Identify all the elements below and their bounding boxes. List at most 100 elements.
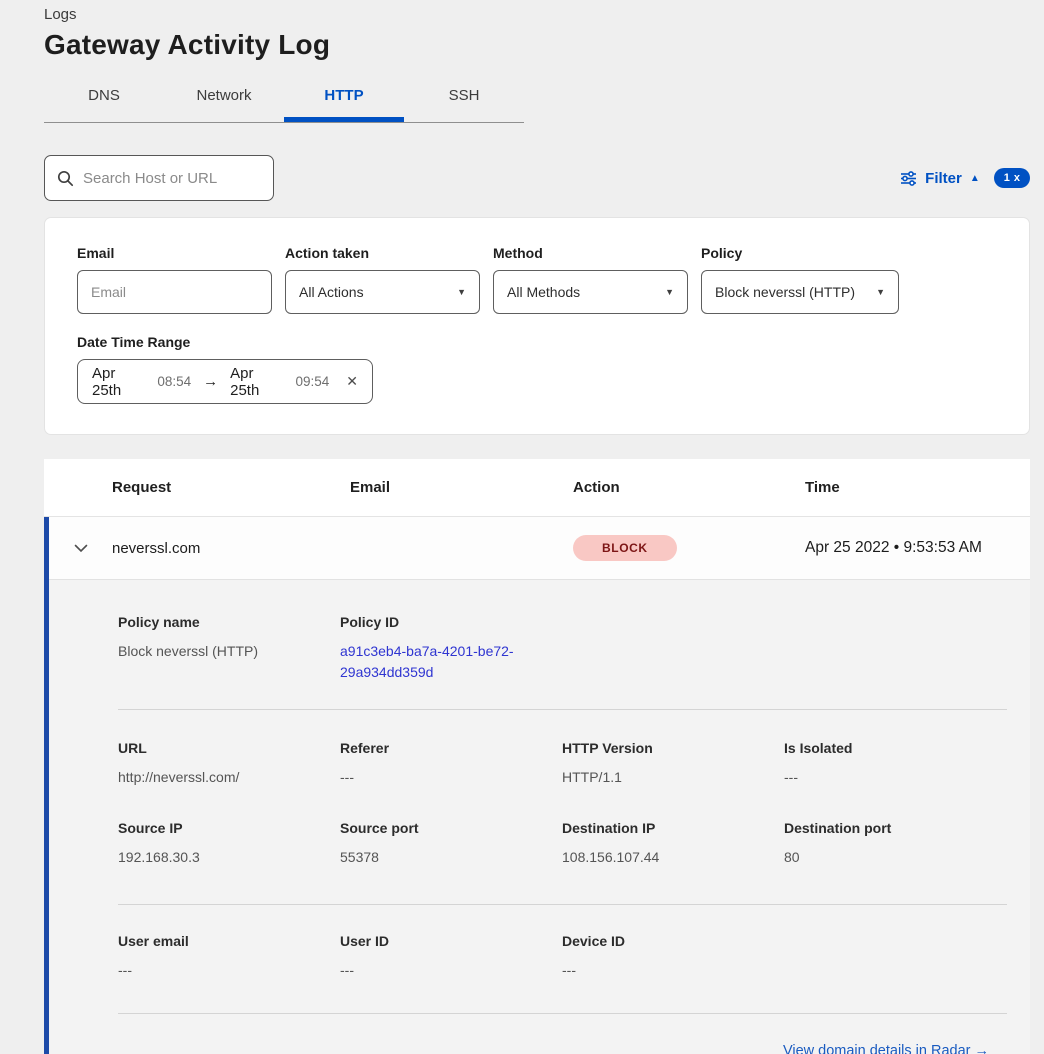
is-isolated-label: Is Isolated [784,740,1007,756]
view-in-radar-link[interactable]: View domain details in Radar → [783,1043,989,1054]
date-range-picker[interactable]: Apr 25th 08:54 → Apr 25th 09:54 ✕ [77,359,373,404]
user-id-label: User ID [340,933,562,949]
destination-port-field: Destination port 80 [784,820,1007,868]
table-row[interactable]: neverssl.com BLOCK Apr 25 2022 • 9:53:53… [49,517,1030,579]
filter-label: Filter [925,170,962,187]
start-time: 08:54 [157,374,191,389]
http-version-value: HTTP/1.1 [562,767,784,788]
network-info-section: Source IP 192.168.30.3 Source port 55378… [118,804,1007,904]
tab-network[interactable]: Network [164,75,284,122]
device-id-value: --- [562,960,784,981]
http-version-field: HTTP Version HTTP/1.1 [562,740,784,788]
filter-field-method: Method All Methods ▼ [493,245,688,314]
user-email-field: User email --- [118,933,340,981]
user-id-field: User ID --- [340,933,562,981]
expanded-row-group: neverssl.com BLOCK Apr 25 2022 • 9:53:53… [44,517,1030,1054]
toolbar: Filter ▲ 1 x [44,155,1030,201]
table-header: Request Email Action Time [44,459,1030,517]
chevron-down-icon: ▼ [876,287,885,297]
search-input[interactable] [83,170,282,187]
clear-filters-icon[interactable]: x [1014,172,1020,184]
start-date: Apr 25th [92,365,148,399]
filter-field-action: Action taken All Actions ▼ [285,245,480,314]
user-email-label: User email [118,933,340,949]
filter-field-policy: Policy Block neverssl (HTTP) ▼ [701,245,899,314]
search-box[interactable] [44,155,274,201]
email-filter-input[interactable] [77,270,272,314]
column-header-email: Email [350,479,573,496]
is-isolated-value: --- [784,767,1007,788]
tab-ssh[interactable]: SSH [404,75,524,122]
policy-id-label: Policy ID [340,614,562,630]
destination-port-value: 80 [784,847,1007,868]
policy-id-link[interactable]: a91c3eb4-ba7a-4201-be72-29a934dd359d [340,641,530,683]
tab-http[interactable]: HTTP [284,75,404,122]
page-title: Gateway Activity Log [44,29,1030,61]
policy-filter-label: Policy [701,245,899,261]
breadcrumb: Logs [44,6,1030,23]
destination-port-label: Destination port [784,820,1007,836]
radar-link-row: View domain details in Radar → [118,1013,1007,1054]
activity-log-table: Request Email Action Time neverssl.com B… [44,459,1030,1054]
row-expand-chevron-icon[interactable] [49,544,112,553]
url-value: http://neverssl.com/ [118,767,340,788]
action-select-value: All Actions [299,284,364,300]
policy-select[interactable]: Block neverssl (HTTP) ▼ [701,270,899,314]
source-port-field: Source port 55378 [340,820,562,868]
row-details-panel: Policy name Block neverssl (HTTP) Policy… [49,579,1030,1054]
tab-dns[interactable]: DNS [44,75,164,122]
search-icon [57,170,74,187]
filter-field-email: Email [77,245,272,314]
destination-ip-label: Destination IP [562,820,784,836]
method-select[interactable]: All Methods ▼ [493,270,688,314]
user-id-value: --- [340,960,562,981]
referer-label: Referer [340,740,562,756]
email-filter-label: Email [77,245,272,261]
filter-panel: Email Action taken All Actions ▼ Method … [44,217,1030,435]
action-select[interactable]: All Actions ▼ [285,270,480,314]
policy-select-value: Block neverssl (HTTP) [715,284,855,300]
log-type-tabs: DNS Network HTTP SSH [44,75,524,123]
range-arrow-icon: → [203,373,218,390]
clear-date-range-icon[interactable]: ✕ [346,373,358,390]
end-date: Apr 25th [230,365,286,399]
http-version-label: HTTP Version [562,740,784,756]
url-field: URL http://neverssl.com/ [118,740,340,788]
source-ip-label: Source IP [118,820,340,836]
row-time: Apr 25 2022 • 9:53:53 AM [805,539,982,557]
column-header-request: Request [112,479,350,496]
column-header-time: Time [805,479,840,496]
user-email-value: --- [118,960,340,981]
policy-section: Policy name Block neverssl (HTTP) Policy… [118,580,1007,709]
source-port-label: Source port [340,820,562,836]
action-filter-label: Action taken [285,245,480,261]
end-time: 09:54 [295,374,329,389]
block-status-badge: BLOCK [573,535,677,561]
source-port-value: 55378 [340,847,562,868]
method-select-value: All Methods [507,284,580,300]
user-info-section: User email --- User ID --- Device ID --- [118,904,1007,1013]
request-info-section: URL http://neverssl.com/ Referer --- HTT… [118,709,1007,804]
source-ip-value: 192.168.30.3 [118,847,340,868]
url-label: URL [118,740,340,756]
filter-toggle[interactable]: Filter ▲ 1 x [900,168,1030,188]
chevron-down-icon: ▼ [665,287,674,297]
policy-name-label: Policy name [118,614,340,630]
destination-ip-field: Destination IP 108.156.107.44 [562,820,784,868]
referer-value: --- [340,767,562,788]
active-filter-badge[interactable]: 1 x [994,168,1030,188]
device-id-field: Device ID --- [562,933,784,981]
referer-field: Referer --- [340,740,562,788]
collapse-caret-icon[interactable]: ▲ [970,173,980,184]
date-range-label: Date Time Range [77,334,997,350]
row-action: BLOCK [573,535,805,561]
device-id-label: Device ID [562,933,784,949]
is-isolated-field: Is Isolated --- [784,740,1007,788]
policy-name-value: Block neverssl (HTTP) [118,641,340,662]
filter-count: 1 [1004,172,1010,184]
filter-sliders-icon [900,171,917,186]
destination-ip-value: 108.156.107.44 [562,847,784,868]
method-filter-label: Method [493,245,688,261]
column-header-action: Action [573,479,805,496]
row-request: neverssl.com [112,540,350,557]
